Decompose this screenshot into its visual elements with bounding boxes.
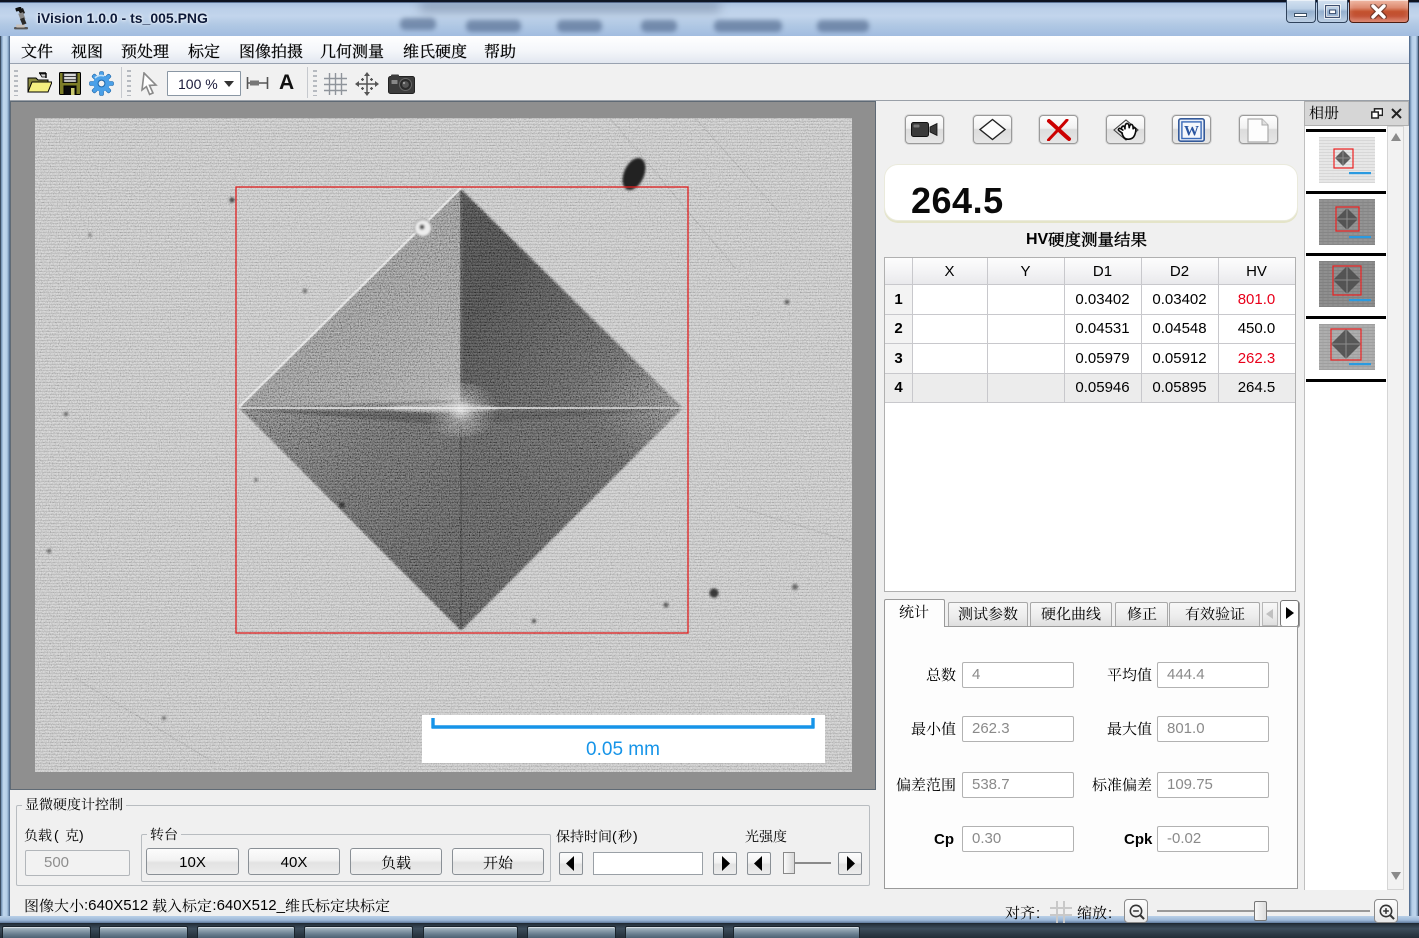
svg-text:W: W — [1184, 124, 1199, 140]
svg-text:0.05 mm: 0.05 mm — [586, 739, 660, 760]
